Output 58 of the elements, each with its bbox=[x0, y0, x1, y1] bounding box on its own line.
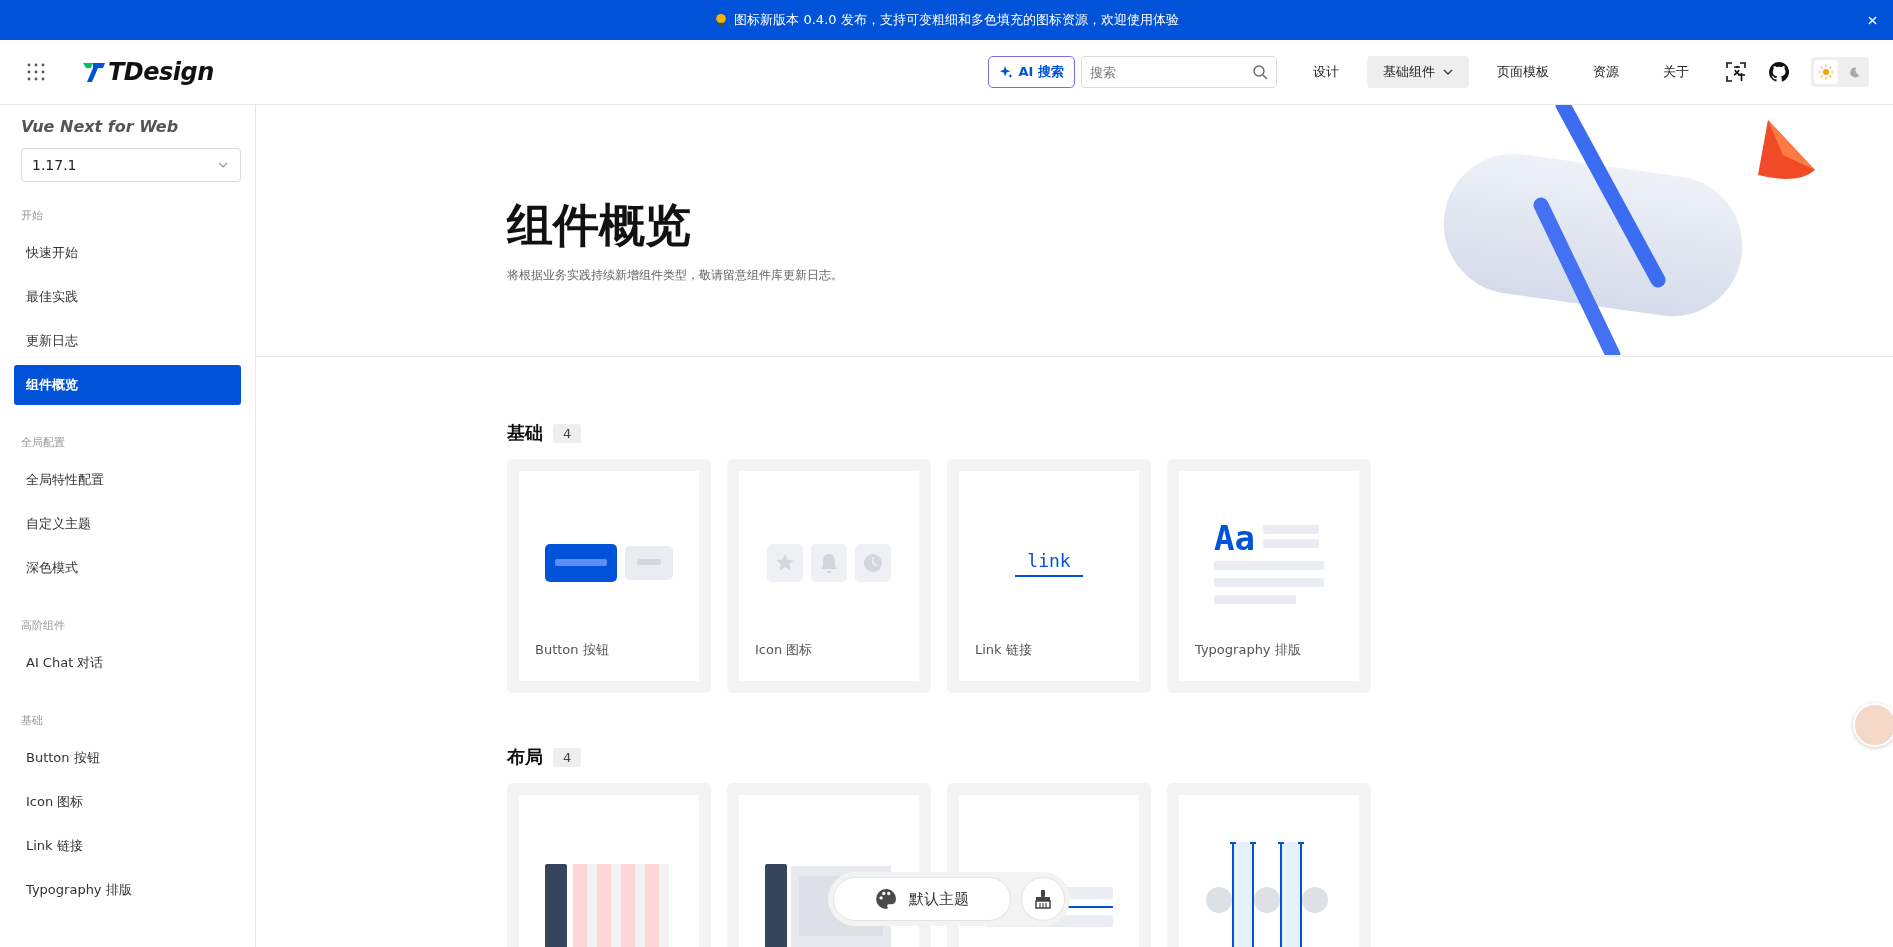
version-select[interactable]: 1.17.1 bbox=[21, 148, 241, 182]
sidebar-item[interactable]: 更新日志 bbox=[14, 321, 241, 361]
nav-tab[interactable]: 设计 bbox=[1297, 56, 1355, 88]
card-label: Link 链接 bbox=[974, 641, 1033, 659]
sidebar-item[interactable]: Icon 图标 bbox=[14, 782, 241, 822]
count-badge: 4 bbox=[553, 423, 582, 443]
sidebar-title: Vue Next for Web bbox=[20, 117, 180, 136]
component-card[interactable]: link Link 链接 bbox=[947, 459, 1151, 693]
sparkle-icon bbox=[998, 65, 1013, 79]
count-badge: 4 bbox=[553, 747, 582, 767]
nav-tab[interactable]: 页面模板 bbox=[1481, 56, 1565, 88]
sidebar-item[interactable]: Button 按钮 bbox=[14, 738, 241, 778]
section-title: 布局 bbox=[507, 745, 543, 769]
nav-tab[interactable]: 关于 bbox=[1647, 56, 1705, 88]
typography-sample: Aa bbox=[1214, 521, 1255, 555]
nav-tab[interactable]: 基础组件 bbox=[1367, 56, 1469, 88]
logo-icon bbox=[82, 61, 106, 83]
github-icon[interactable] bbox=[1769, 62, 1789, 82]
component-card[interactable]: Icon 图标 bbox=[727, 459, 931, 693]
sidebar-group-title: 开始 bbox=[20, 208, 44, 224]
card-label: Button 按钮 bbox=[534, 641, 610, 659]
brush-button[interactable] bbox=[1021, 877, 1065, 921]
sidebar-item[interactable]: AI Chat 对话 bbox=[14, 643, 241, 683]
brush-icon bbox=[1033, 889, 1053, 909]
theme-switch-button[interactable]: 默认主题 bbox=[833, 877, 1011, 921]
nav-tab[interactable]: 资源 bbox=[1577, 56, 1635, 88]
page-subtitle: 将根据业务实践持续新增组件类型，敬请留意组件库更新日志。 bbox=[507, 267, 843, 284]
announcement-text: 图标新版本 0.4.0 发布，支持可变粗细和多色填充的图标资源，欢迎使用体验 bbox=[734, 11, 1179, 29]
sidebar-item[interactable]: 全局特性配置 bbox=[14, 460, 241, 500]
sidebar-item[interactable]: 最佳实践 bbox=[14, 277, 241, 317]
component-card[interactable] bbox=[507, 783, 711, 947]
apps-menu-icon[interactable] bbox=[26, 62, 46, 82]
sidebar-item[interactable]: 快速开始 bbox=[14, 233, 241, 273]
sidebar-group-title: 高阶组件 bbox=[20, 618, 66, 634]
bulb-icon bbox=[714, 13, 729, 27]
translate-icon[interactable] bbox=[1725, 61, 1747, 83]
search-field[interactable]: 搜索 bbox=[1081, 56, 1277, 88]
card-label: Typography 排版 bbox=[1194, 641, 1302, 659]
component-card[interactable] bbox=[1167, 783, 1371, 947]
component-card[interactable]: Button 按钮 bbox=[507, 459, 711, 693]
component-card[interactable]: Aa Typography 排版 bbox=[1167, 459, 1371, 693]
sidebar-group-title: 基础 bbox=[20, 713, 44, 729]
palette-icon bbox=[875, 888, 897, 910]
ai-search-button[interactable]: AI 搜索 bbox=[987, 56, 1075, 88]
card-label: Icon 图标 bbox=[754, 641, 814, 659]
link-preview: link bbox=[1015, 549, 1083, 577]
caret-icon bbox=[218, 162, 228, 168]
section-title: 基础 bbox=[507, 421, 543, 445]
close-icon[interactable] bbox=[1868, 16, 1877, 25]
search-icon[interactable] bbox=[1252, 64, 1268, 80]
sidebar-group-title: 全局配置 bbox=[20, 435, 66, 451]
sidebar-item[interactable]: 组件概览 bbox=[14, 365, 241, 405]
sidebar-item[interactable]: Typography 排版 bbox=[14, 870, 241, 910]
page-title: 组件概览 bbox=[507, 197, 692, 254]
sidebar-item[interactable]: Link 链接 bbox=[14, 826, 241, 866]
logo-text[interactable]: TDesign bbox=[108, 58, 214, 86]
sidebar-item[interactable]: 自定义主题 bbox=[14, 504, 241, 544]
sidebar-item[interactable]: 深色模式 bbox=[14, 548, 241, 588]
